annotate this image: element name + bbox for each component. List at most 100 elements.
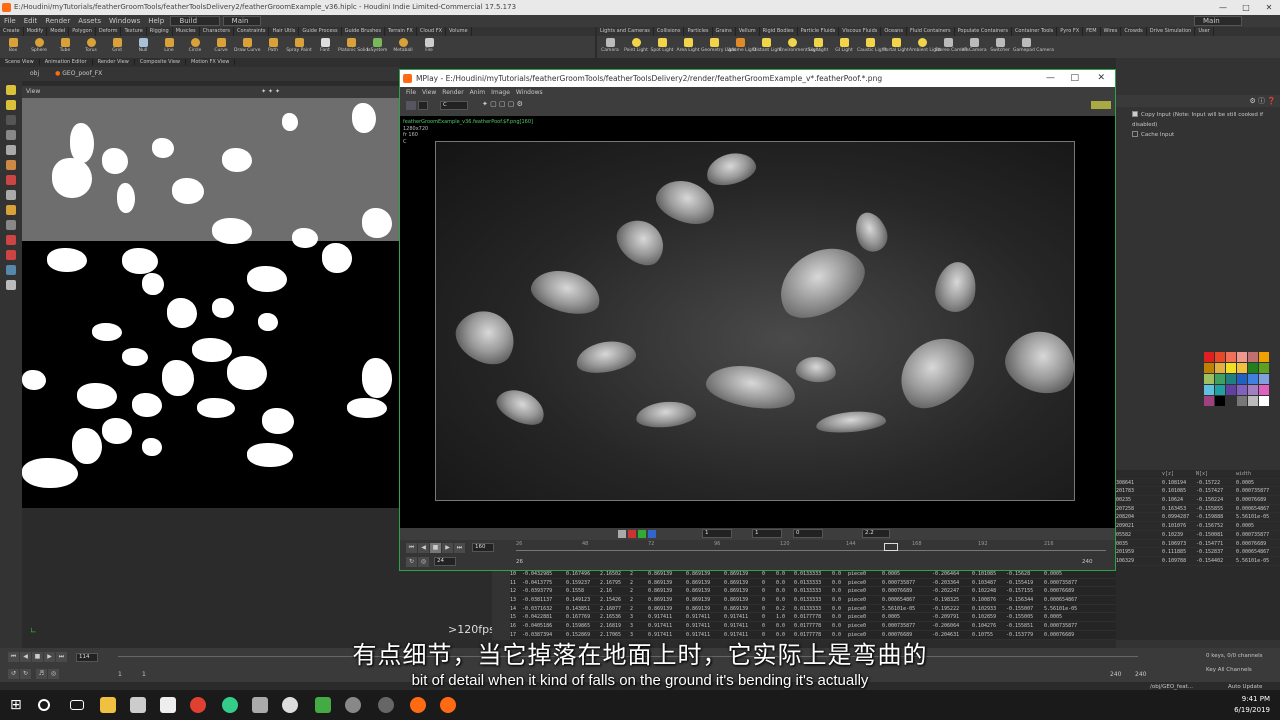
mplay-frame-field[interactable]: 160 — [472, 543, 494, 552]
record-icon[interactable] — [6, 250, 16, 260]
shelf-tool-grid[interactable]: Grid — [104, 36, 130, 58]
shelf-tab[interactable]: Hair Utils — [269, 27, 300, 36]
shelf-tool-camera[interactable]: Camera — [597, 36, 623, 58]
table-row[interactable]: 208204 0.0994287 -0.159888 5.56101e-05 — [1116, 513, 1280, 523]
mplay-menu-file[interactable]: File — [406, 89, 422, 96]
rotate-icon[interactable] — [6, 115, 16, 125]
shelf-tab[interactable]: FEM — [1083, 27, 1101, 36]
mplay-menu-render[interactable]: Render — [442, 89, 469, 96]
shelf-tool-sphere[interactable]: Sphere — [26, 36, 52, 58]
mplay-realtime-icon[interactable]: ◎ — [418, 557, 429, 567]
shelf-tool-volume-light[interactable]: Volume Light — [727, 36, 756, 58]
shelf-tool-box[interactable]: Box — [0, 36, 26, 58]
scene-viewport[interactable] — [22, 98, 400, 508]
shelf-tab[interactable]: Particles — [684, 27, 713, 36]
shelf-tool-line[interactable]: Line — [156, 36, 182, 58]
shelf-tab[interactable]: Constraints — [234, 27, 270, 36]
shelf-tab[interactable]: Modify — [24, 27, 48, 36]
shelf-tab[interactable]: Create — [0, 27, 24, 36]
mail-icon[interactable] — [160, 697, 176, 713]
shelf-tab[interactable]: Polygon — [69, 27, 96, 36]
shelf-tool-spot-light[interactable]: Spot Light — [649, 36, 675, 58]
table-row[interactable]: 11 -0.0413775 0.159237 2.16795 2 0.869139 0.86… — [510, 579, 1116, 588]
parameter-tools-icon[interactable]: ⚙ ⓘ ❓ — [1250, 96, 1276, 106]
shelf-tab[interactable]: User — [1195, 27, 1214, 36]
scale-icon[interactable] — [6, 130, 16, 140]
windows-start-icon[interactable]: ⊞ — [10, 697, 26, 713]
minimize-icon[interactable]: — — [1212, 0, 1234, 15]
tab-scene-view[interactable]: Scene View — [0, 59, 40, 65]
shelf-tab[interactable]: Guide Brushes — [342, 27, 385, 36]
mplay-play-backward-icon[interactable]: ◀ — [418, 543, 429, 553]
chrome-icon[interactable] — [190, 697, 206, 713]
app-icon[interactable] — [282, 697, 298, 713]
shelf-tab[interactable]: Muscles — [173, 27, 200, 36]
mplay-fps-field[interactable]: 24 — [434, 557, 456, 566]
mplay-green-icon[interactable] — [638, 530, 646, 538]
app-icon[interactable] — [315, 697, 331, 713]
shelf-tool-file[interactable]: File — [416, 36, 442, 58]
mplay-gamma-field[interactable]: 2.2 — [862, 529, 890, 538]
table-row[interactable]: 00235 0.10624 -0.150224 0.00076689 — [1116, 496, 1280, 505]
shelf-tool-torus[interactable]: Torus — [78, 36, 104, 58]
table-row[interactable]: 308641 0.108194 -0.15722 0.0005 — [1116, 479, 1280, 488]
table-row[interactable]: 0035 0.106973 -0.154771 0.00076689 — [1116, 540, 1280, 549]
table-row[interactable]: 209021 0.101076 -0.156752 0.0005 — [1116, 522, 1280, 531]
shelf-tool-distant-light[interactable]: Distant Light — [753, 36, 782, 58]
shelf-tab[interactable]: Deform — [96, 27, 122, 36]
system-clock[interactable]: 9:41 PM 6/19/2019 — [1234, 694, 1270, 716]
mplay-timeline-track[interactable] — [516, 550, 1106, 551]
shelf-tool-stereo-camera[interactable]: Stereo Camera — [935, 36, 969, 58]
view-tools-icon[interactable]: ✦ ✦ ✦ — [261, 86, 280, 98]
shelf-tab[interactable]: Particle Fluids — [798, 27, 840, 36]
view-icon[interactable] — [6, 190, 16, 200]
maximize-icon[interactable]: □ — [1235, 0, 1257, 15]
shelf-tab[interactable]: Terrain FX — [385, 27, 417, 36]
shelf-tool-null[interactable]: Null — [130, 36, 156, 58]
shelf-tool-spray-paint[interactable]: Spray Paint — [286, 36, 312, 58]
mplay-menu-windows[interactable]: Windows — [516, 89, 549, 96]
mplay-taskbar-icon[interactable] — [440, 697, 456, 713]
mplay-menu-image[interactable]: Image — [491, 89, 516, 96]
mplay-zoom-icon[interactable] — [418, 101, 428, 110]
menu-file[interactable]: File — [0, 15, 20, 27]
mplay-field-3[interactable]: 0 — [793, 529, 823, 538]
mplay-playhead[interactable] — [884, 543, 898, 551]
shelf-tab[interactable]: Oceans — [881, 27, 907, 36]
shelf-tab[interactable]: Populate Containers — [955, 27, 1012, 36]
shelf-tab[interactable]: Lights and Cameras — [597, 27, 654, 36]
shelf-tab[interactable]: Model — [47, 27, 70, 36]
shelf-tab[interactable]: Viscous Fluids — [839, 27, 882, 36]
task-view-icon[interactable] — [70, 700, 84, 710]
mplay-channel-dropdown[interactable]: C — [440, 101, 468, 110]
mplay-view-icon[interactable] — [406, 101, 416, 110]
shelf-tool-circle[interactable]: Circle — [182, 36, 208, 58]
table-row[interactable]: 201959 0.111885 -0.152837 0.000654867 — [1116, 548, 1280, 557]
shelf-tab[interactable]: Container Tools — [1012, 27, 1058, 36]
table-row[interactable]: 16 -0.0405186 0.159865 2.16819 3 0.917411 0.91… — [510, 622, 1116, 631]
table-row[interactable]: 10 -0.0432985 0.167496 2.16502 2 0.869139 0.86… — [510, 570, 1116, 579]
mplay-close-icon[interactable]: ✕ — [1097, 70, 1105, 87]
shelf-tool-caustic-light[interactable]: Caustic Light — [857, 36, 886, 58]
close-icon[interactable]: ✕ — [1258, 0, 1280, 15]
shelf-tab[interactable]: Cloud FX — [417, 27, 447, 36]
shelf-tab[interactable]: Guide Process — [299, 27, 342, 36]
shelf-tab[interactable]: Collisions — [654, 27, 685, 36]
shelf-tool-draw-curve[interactable]: Draw Curve — [234, 36, 260, 58]
shelf-tool-tube[interactable]: Tube — [52, 36, 78, 58]
mplay-stop-icon[interactable]: ■ — [430, 543, 441, 553]
shelf-tab[interactable]: Crowds — [1121, 27, 1147, 36]
mplay-start-frame[interactable]: 26 — [516, 559, 523, 565]
shelf-tool-l-system[interactable]: L-System — [364, 36, 390, 58]
shelf-tab[interactable]: Drive Simulation — [1147, 27, 1196, 36]
mplay-blue-icon[interactable] — [648, 530, 656, 538]
mplay-end-frame[interactable]: 240 — [1082, 559, 1093, 565]
table-row[interactable]: 201783 0.101085 -0.157427 0.000735877 — [1116, 487, 1280, 497]
select-icon[interactable] — [6, 85, 16, 95]
shelf-tab[interactable]: Wires — [1101, 27, 1122, 36]
menu-help[interactable]: Help — [144, 15, 168, 27]
mplay-red-icon[interactable] — [628, 530, 636, 538]
tab-motion-fx-view[interactable]: Motion FX View — [186, 59, 236, 65]
mplay-field-2[interactable]: 1 — [752, 529, 782, 538]
shelf-tab[interactable]: Fluid Containers — [907, 27, 955, 36]
